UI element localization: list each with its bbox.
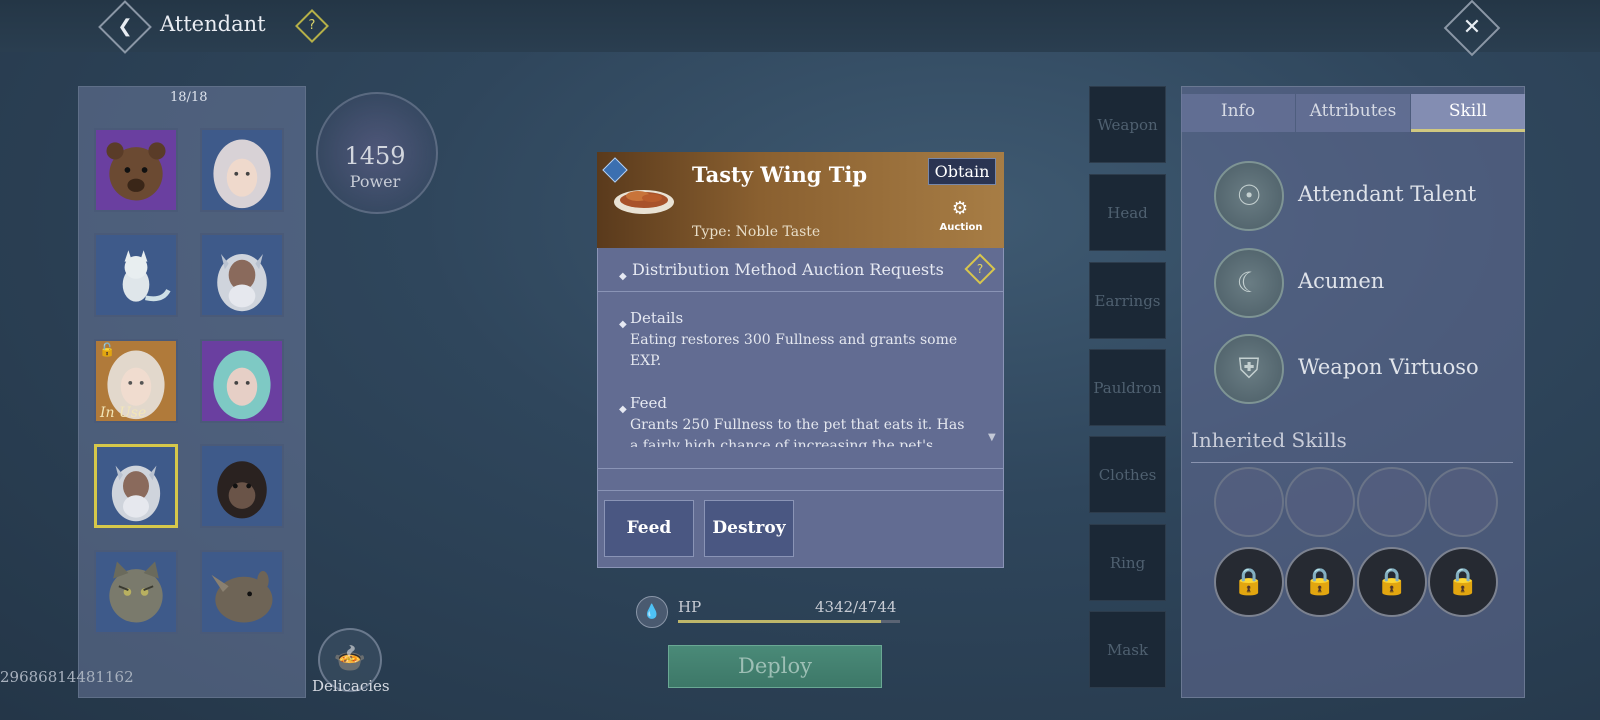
inherited-skill-slot[interactable]	[1285, 467, 1355, 537]
attendant-slot-white-cat-spirit[interactable]	[94, 233, 178, 317]
auction-icon[interactable]: ⚙	[946, 198, 974, 220]
attendant-slot-white-hair-woman[interactable]	[200, 128, 284, 212]
attendant-slot-ape[interactable]	[200, 444, 284, 528]
unlock-icon: 🔓	[99, 343, 116, 358]
equip-slot-head[interactable]: Head	[1089, 174, 1166, 251]
attendant-slot-rhino[interactable]	[200, 550, 284, 634]
hp-value: 4342/4744	[815, 598, 897, 616]
page-title: Attendant	[160, 12, 266, 36]
bullet-diamond-icon: ◆	[619, 319, 627, 330]
hp-drop-icon: 💧	[636, 596, 668, 628]
distribution-label: Distribution Method	[632, 260, 797, 279]
tab-info[interactable]: Info	[1181, 94, 1295, 132]
hp-label: HP	[678, 598, 702, 616]
moon-swirl-icon[interactable]: ☾	[1214, 248, 1284, 318]
padlock-icon[interactable]: 🔒	[1214, 547, 1284, 617]
details-heading: Details	[630, 309, 684, 327]
inherited-skill-slot[interactable]	[1214, 467, 1284, 537]
equip-slot-ring[interactable]: Ring	[1089, 524, 1166, 601]
feed-text: Grants 250 Fullness to the pet that eats…	[630, 417, 965, 447]
equip-slot-clothes[interactable]: Clothes	[1089, 436, 1166, 513]
equip-slot-weapon[interactable]: Weapon	[1089, 86, 1166, 163]
power-label: Power	[349, 172, 401, 191]
bullet-diamond-icon: ◆	[619, 271, 627, 282]
padlock-icon[interactable]: 🔒	[1357, 547, 1427, 617]
padlock-icon[interactable]: 🔒	[1285, 547, 1355, 617]
equip-slot-earrings[interactable]: Earrings	[1089, 262, 1166, 339]
feed-text-clip[interactable]: Grants 250 Fullness to the pet that eats…	[630, 415, 970, 447]
equip-slot-pauldron[interactable]: Pauldron	[1089, 349, 1166, 426]
divider	[597, 490, 1004, 491]
tab-attributes[interactable]: Attributes	[1296, 94, 1410, 132]
demon-mask-icon[interactable]: ☉	[1214, 161, 1284, 231]
scroll-down-icon[interactable]: ▼	[988, 432, 996, 443]
tab-skill[interactable]: Skill	[1411, 94, 1525, 132]
skill-attendant-talent: Attendant Talent	[1298, 182, 1477, 206]
armor-icon[interactable]: ⛨	[1214, 334, 1284, 404]
attendant-slot-blonde-woman[interactable]: 🔓 In Use	[94, 339, 178, 423]
power-value: 1459	[344, 142, 406, 170]
attendant-slot-elf-elder[interactable]	[200, 233, 284, 317]
feed-heading: Feed	[630, 394, 667, 412]
attendant-slot-bear[interactable]	[94, 128, 178, 212]
item-name: Tasty Wing Tip	[692, 162, 868, 187]
deploy-button[interactable]: Deploy	[668, 645, 882, 688]
skill-weapon-virtuoso: Weapon Virtuoso	[1298, 355, 1479, 379]
equip-slot-mask[interactable]: Mask	[1089, 611, 1166, 688]
distribution-value: Auction Requests	[802, 260, 944, 279]
back-arrow-icon: ❮	[117, 16, 133, 37]
roster-count: 18/18	[170, 90, 208, 105]
wing-tip-food-icon	[614, 190, 674, 214]
hp-bar-fill	[678, 620, 882, 623]
divider	[597, 468, 1004, 469]
inherited-skills-heading: Inherited Skills	[1191, 428, 1347, 452]
inherited-skill-slot[interactable]	[1428, 467, 1498, 537]
obtain-button[interactable]: Obtain	[928, 158, 996, 185]
attendant-slot-teal-hair-woman[interactable]	[200, 339, 284, 423]
skill-acumen: Acumen	[1298, 269, 1385, 293]
feed-button[interactable]: Feed	[604, 500, 694, 557]
details-text: Eating restores 300 Fullness and grants …	[630, 332, 958, 369]
in-use-label: In Use	[100, 405, 147, 421]
divider	[1191, 462, 1513, 463]
destroy-button[interactable]: Destroy	[704, 500, 794, 557]
player-uid: 2968681448116‌2	[0, 668, 134, 686]
delicacies-label: Delicacies	[312, 677, 390, 695]
inherited-skill-slot[interactable]	[1357, 467, 1427, 537]
attendant-slot-tabby-cat[interactable]	[94, 550, 178, 634]
padlock-icon[interactable]: 🔒	[1428, 547, 1498, 617]
item-type: Type: Noble Taste	[692, 224, 821, 240]
bullet-diamond-icon: ◆	[619, 404, 627, 415]
auction-label: Auction	[939, 222, 983, 233]
attendant-slot-elf-elder-selected[interactable]	[94, 444, 178, 528]
